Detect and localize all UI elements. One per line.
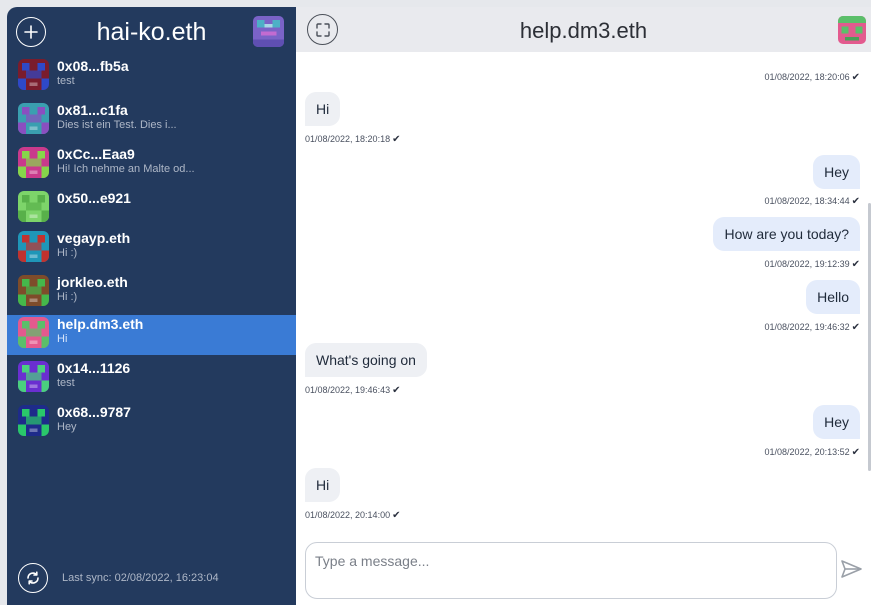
contact-name: 0xCc...Eaa9 (57, 146, 135, 162)
contact-last-message: Dies ist ein Test. Dies i... (57, 119, 177, 131)
sidebar-header: hai-ko.eth (7, 7, 296, 57)
contact-avatar (18, 275, 49, 306)
last-sync-text: Last sync: 02/08/2022, 16:23:04 (62, 572, 219, 584)
message-timestamp: 01/08/2022, 20:13:52 ✔ (765, 447, 860, 458)
message-timestamp: 01/08/2022, 18:34:44 ✔ (765, 196, 860, 207)
contact-last-message: Hi :) (57, 291, 78, 303)
contact-avatar (18, 147, 49, 178)
check-icon: ✔ (851, 447, 860, 458)
timestamp-text: 01/08/2022, 18:20:06 (764, 72, 850, 82)
contact-name: help.dm3.eth (57, 316, 144, 332)
message-timestamp: 01/08/2022, 19:46:43 ✔ (305, 385, 400, 396)
account-avatar[interactable] (253, 16, 284, 47)
received-message-bubble: What's going on (305, 343, 427, 377)
contact-name: 0x68...9787 (57, 404, 131, 420)
refresh-button[interactable] (18, 563, 48, 593)
contact-avatar (18, 191, 49, 222)
sidebar-footer: Last sync: 02/08/2022, 16:23:04 (18, 563, 219, 593)
contact-item[interactable]: vegayp.eth Hi :) (7, 229, 296, 273)
check-icon: ✔ (392, 134, 401, 145)
contacts-sidebar: hai-ko.eth 0x08...fb5a test 0x81...c1fa Die… (7, 7, 296, 605)
check-icon: ✔ (851, 72, 860, 83)
message-composer (305, 542, 837, 599)
check-icon: ✔ (851, 196, 860, 207)
contact-avatar (18, 103, 49, 134)
contact-name: vegayp.eth (57, 230, 131, 246)
timestamp-text: 01/08/2022, 18:20:18 (305, 134, 391, 144)
check-icon: ✔ (851, 259, 860, 270)
message-timestamp: 01/08/2022, 19:46:32 ✔ (765, 322, 860, 333)
contact-avatar (18, 231, 49, 262)
chat-header: help.dm3.eth (296, 7, 871, 52)
timestamp-text: 01/08/2022, 19:46:43 (305, 385, 391, 395)
timestamp-text: 01/08/2022, 20:14:00 (305, 510, 391, 520)
timestamp-text: 01/08/2022, 19:46:32 (764, 322, 850, 332)
contact-avatar (18, 317, 49, 348)
add-contact-button[interactable] (16, 17, 46, 47)
contact-name: 0x50...e921 (57, 190, 131, 206)
sent-message-bubble: Hey (813, 405, 860, 439)
contact-name: 0x08...fb5a (57, 58, 129, 74)
chat-title: help.dm3.eth (519, 18, 648, 43)
timestamp-text: 01/08/2022, 18:34:44 (764, 196, 850, 206)
sent-message-bubble: Hello (806, 280, 860, 314)
chat-contact-avatar[interactable] (838, 16, 866, 44)
message-input[interactable] (315, 553, 827, 588)
contact-last-message: test (57, 377, 75, 389)
contact-name: jorkleo.eth (57, 274, 128, 290)
check-icon: ✔ (392, 385, 401, 396)
contact-item[interactable]: help.dm3.eth Hi (7, 315, 296, 355)
contact-item[interactable]: 0x81...c1fa Dies ist ein Test. Dies i... (7, 101, 296, 145)
contact-last-message: Hey (57, 421, 77, 433)
timestamp-text: 01/08/2022, 19:12:39 (764, 259, 850, 269)
contact-name: 0x81...c1fa (57, 102, 128, 118)
received-message-bubble: Hi (305, 92, 341, 126)
contact-item[interactable]: 0x14...1126 test (7, 359, 296, 403)
message-timestamp: 01/08/2022, 20:14:00 ✔ (305, 510, 400, 521)
app-window: hai-ko.eth 0x08...fb5a test 0x81...c1fa Die… (7, 7, 871, 605)
contact-name: 0x14...1126 (57, 360, 131, 376)
timestamp-text: 01/08/2022, 20:13:52 (764, 447, 850, 457)
contact-item[interactable]: 0x50...e921 (7, 189, 296, 233)
contact-avatar (18, 405, 49, 436)
contact-last-message: Hi! Ich nehme an Malte od... (57, 163, 195, 175)
contact-item[interactable]: 0x68...9787 Hey (7, 403, 296, 447)
contact-avatar (18, 59, 49, 90)
message-timestamp: 01/08/2022, 19:12:39 ✔ (765, 259, 860, 270)
received-message-bubble: Hi (305, 468, 341, 502)
contact-item[interactable]: 0x08...fb5a test (7, 57, 296, 101)
check-icon: ✔ (851, 322, 860, 333)
sent-message-bubble: Hey (813, 155, 860, 189)
send-icon (841, 560, 862, 578)
send-button[interactable] (841, 559, 863, 579)
contact-item[interactable]: 0xCc...Eaa9 Hi! Ich nehme an Malte od... (7, 145, 296, 189)
refresh-circle-icon (27, 571, 39, 585)
contact-last-message: Hi (57, 333, 68, 345)
message-timestamp: 01/08/2022, 18:20:18 ✔ (305, 134, 400, 145)
contact-last-message: test (57, 75, 75, 87)
message-timestamp: 01/08/2022, 18:20:06 ✔ (765, 72, 860, 83)
contact-last-message: Hi :) (57, 247, 78, 259)
chat-panel: help.dm3.eth 01/08/2022, 18:20:06 ✔ Hi 01/0… (296, 7, 871, 605)
contact-avatar (18, 361, 49, 392)
plus-circle-icon (24, 25, 38, 39)
check-icon: ✔ (392, 510, 401, 521)
sent-message-bubble: How are you today? (713, 217, 860, 251)
contact-item[interactable]: jorkleo.eth Hi :) (7, 273, 296, 317)
